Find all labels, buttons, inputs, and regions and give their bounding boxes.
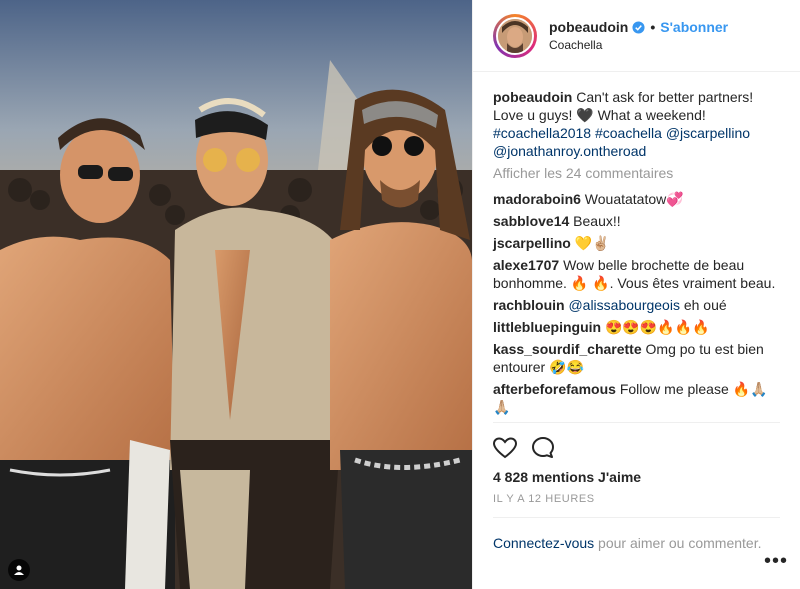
comment: rachblouin @alissabourgeois eh oué <box>493 296 780 314</box>
login-prompt-text: pour aimer ou commenter. <box>594 535 762 551</box>
comment-user[interactable]: jscarpellino <box>493 235 571 251</box>
avatar[interactable] <box>493 13 537 58</box>
post-username[interactable]: pobeaudoin <box>549 19 628 35</box>
show-all-comments-link[interactable]: Afficher les 24 commentaires <box>493 164 780 182</box>
comment-user[interactable]: rachblouin <box>493 297 565 313</box>
comment: madoraboin6 Wouatatatow💞 <box>493 190 780 208</box>
post-location[interactable]: Coachella <box>549 38 728 52</box>
hashtag-link[interactable]: #coachella2018 <box>493 125 591 141</box>
separator-dot: • <box>650 19 656 35</box>
login-prompt: Connectez-vous pour aimer ou commenter. <box>493 517 780 589</box>
post-timestamp: IL Y A 12 HEURES <box>493 493 595 505</box>
login-link[interactable]: Connectez-vous <box>493 535 594 551</box>
post-header: pobeaudoin • S'abonner Coachella <box>473 0 800 72</box>
caption-author[interactable]: pobeaudoin <box>493 89 572 105</box>
post-photo[interactable] <box>0 0 472 589</box>
comment-text: eh oué <box>679 297 727 313</box>
comment-text: 😍😍😍🔥🔥🔥 <box>605 319 710 335</box>
comment-user[interactable]: kass_sourdif_charette <box>493 341 642 357</box>
comment-user[interactable]: littlebluepinguin <box>493 319 601 335</box>
instagram-post: pobeaudoin • S'abonner Coachella pobeaud… <box>0 0 800 589</box>
user-tag-icon[interactable] <box>8 559 30 581</box>
heart-outline-icon[interactable] <box>493 437 517 459</box>
comment: jscarpellino 💛✌🏼 <box>493 234 780 252</box>
photo-illustration <box>0 0 472 589</box>
action-bar <box>493 422 780 465</box>
comment-bubble-icon[interactable] <box>531 436 555 460</box>
comment-user[interactable]: madoraboin6 <box>493 191 581 207</box>
comments-section: pobeaudoin Can't ask for better partners… <box>473 72 800 422</box>
comment: littlebluepinguin 😍😍😍🔥🔥🔥 <box>493 318 780 336</box>
follow-button[interactable]: S'abonner <box>660 19 728 35</box>
comment-text: 💛✌🏼 <box>574 235 610 251</box>
comment-user[interactable]: alexe1707 <box>493 257 559 273</box>
hashtag-link[interactable]: #coachella <box>595 125 662 141</box>
comment-text: Beaux!! <box>573 213 621 229</box>
caption: pobeaudoin Can't ask for better partners… <box>493 88 780 160</box>
comment-text: Wouatatatow💞 <box>584 191 684 207</box>
comment: afterbeforefamous Follow me please 🔥🙏🏼🙏🏼 <box>493 380 780 416</box>
comment-user[interactable]: afterbeforefamous <box>493 381 616 397</box>
comment: alexe1707 Wow belle brochette de beau bo… <box>493 256 780 292</box>
mention-link[interactable]: @alissabourgeois <box>568 297 680 313</box>
mention-link[interactable]: @jscarpellino <box>666 125 750 141</box>
comment-user[interactable]: sabblove14 <box>493 213 569 229</box>
likes-count[interactable]: 4 828 mentions J'aime <box>473 465 800 485</box>
comment: sabblove14 Beaux!! <box>493 212 780 230</box>
post-sidebar: pobeaudoin • S'abonner Coachella pobeaud… <box>472 0 800 589</box>
more-options-button[interactable]: ••• <box>764 550 788 573</box>
mention-link[interactable]: @jonathanroy.ontheroad <box>493 143 646 159</box>
verified-badge-icon <box>632 20 645 34</box>
comment: kass_sourdif_charette Omg po tu est bien… <box>493 340 780 376</box>
